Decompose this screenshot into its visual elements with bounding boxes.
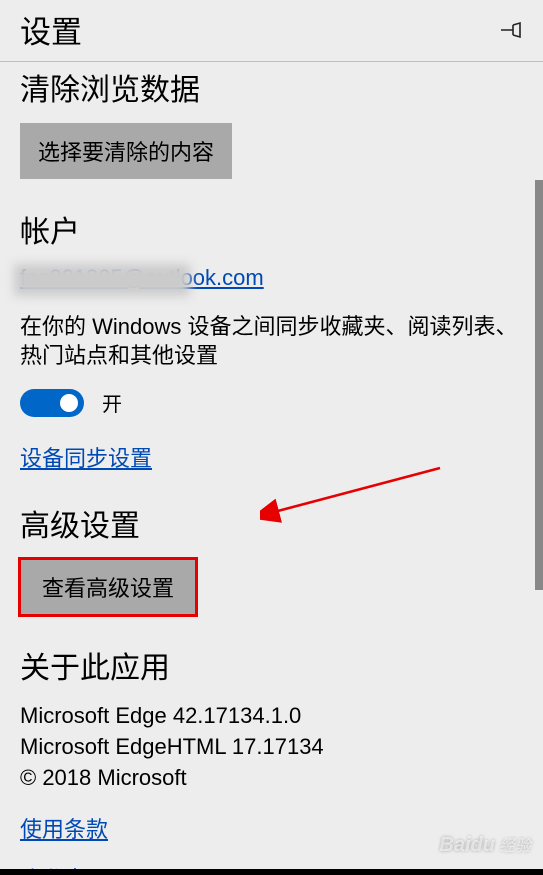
choose-clear-button[interactable]: 选择要清除的内容 [20,123,232,179]
about-heading: 关于此应用 [20,643,523,687]
copyright-text: © 2018 Microsoft [20,763,523,794]
account-email-row: fac201305@outlook.com [20,265,523,291]
sync-toggle[interactable] [20,389,84,417]
pin-icon[interactable] [499,18,523,42]
settings-header: 设置 [0,0,543,62]
watermark: Baidu 经验 [439,832,531,857]
edge-version: Microsoft Edge 42.17134.1.0 [20,701,523,732]
toggle-knob [60,394,78,412]
clear-data-heading: 清除浏览数据 [20,62,523,109]
advanced-heading: 高级设置 [20,501,523,545]
email-blur-overlay [14,264,190,296]
account-heading: 帐户 [20,207,523,251]
scrollbar-thumb[interactable] [535,180,543,590]
settings-title: 设置 [20,7,82,52]
terms-link[interactable]: 使用条款 [20,812,108,844]
bottom-bar [0,869,543,875]
view-advanced-settings-button[interactable]: 查看高级设置 [20,559,196,615]
device-sync-settings-link[interactable]: 设备同步设置 [20,441,152,473]
watermark-brand: Baidu [439,834,495,857]
sync-toggle-row: 开 [20,388,523,417]
watermark-sub: 经验 [499,832,531,856]
edgehtml-version: Microsoft EdgeHTML 17.17134 [20,732,523,763]
settings-content: 清除浏览数据 选择要清除的内容 帐户 fac201305@outlook.com… [0,62,543,875]
sync-toggle-label: 开 [102,388,122,417]
sync-description: 在你的 Windows 设备之间同步收藏夹、阅读列表、热门站点和其他设置 [20,313,523,370]
